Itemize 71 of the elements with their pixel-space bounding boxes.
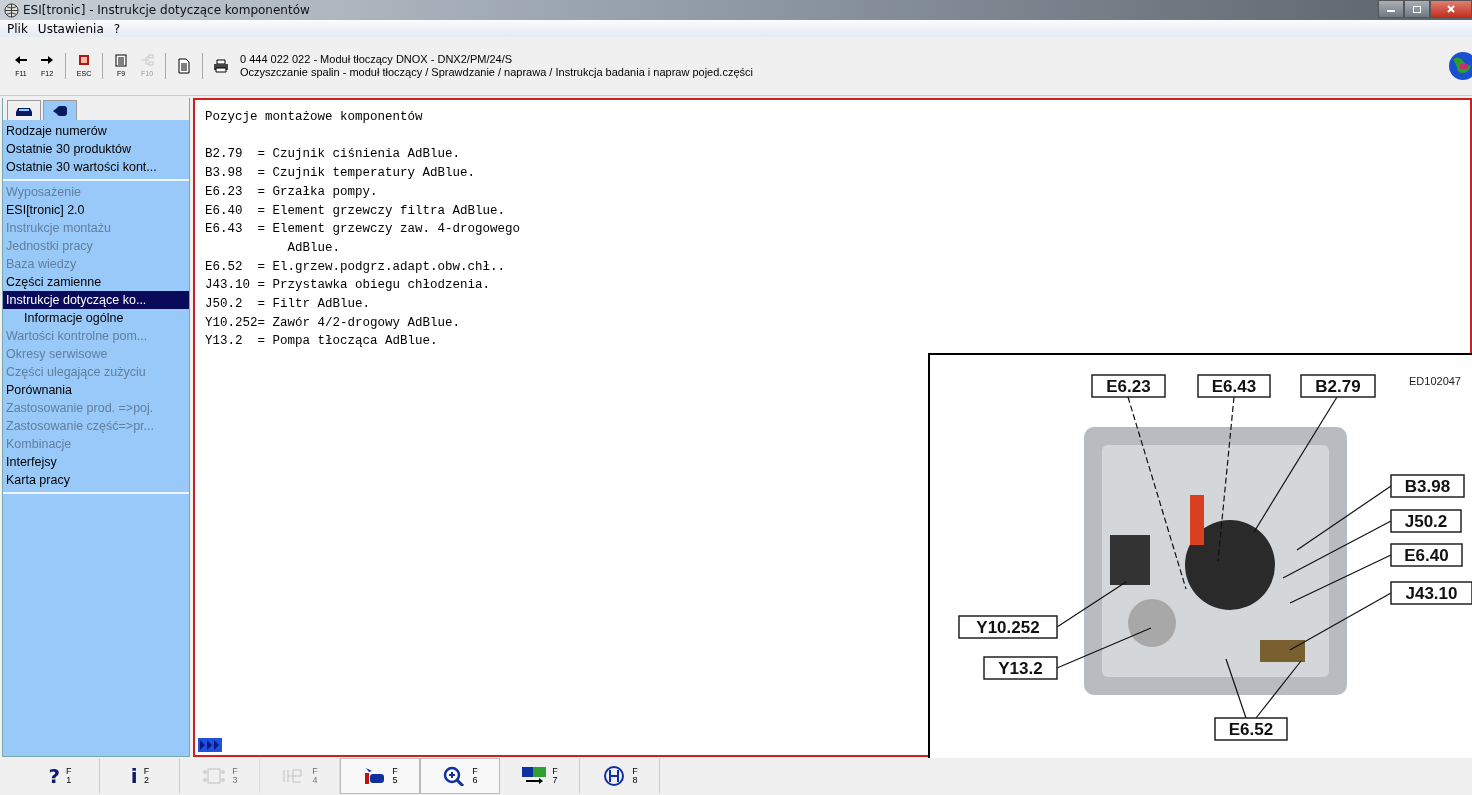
vehicle-part-icon (362, 766, 387, 786)
figure-code: ED102047 (1409, 375, 1461, 387)
sidebar-tab[interactable] (43, 100, 77, 120)
component-description: = Element grzewczy zaw. 4-drogowego AdBlue. (257, 221, 522, 257)
breadcrumb-text: Oczyszczanie spalin - moduł tłoczący / Sprawdzanie / naprawa / Instrukcja badania i napraw pojed.części (240, 66, 753, 79)
component-code: E6.23 (205, 183, 244, 201)
sidebar-item[interactable]: Ostatnie 30 produktów (3, 140, 189, 158)
callout-label: E6.43 (1197, 374, 1271, 398)
component-description: = Czujnik ciśnienia AdBlue. (257, 146, 462, 164)
function-key[interactable]: F 6 (420, 758, 500, 794)
component-code: J50.2 (205, 296, 244, 313)
component-code: E6.43 (205, 221, 244, 239)
schematic-icon (202, 766, 227, 786)
component-code: J43.10 (205, 277, 251, 295)
magnifier-icon (442, 766, 467, 786)
component-code: Y10.252 (205, 314, 258, 332)
maximize-icon (1412, 4, 1422, 14)
printer-icon (213, 58, 229, 74)
globe-icon[interactable] (1448, 51, 1472, 81)
list-icon (113, 54, 129, 70)
sidebar-item[interactable]: ESI[tronic] 2.0 (3, 201, 189, 219)
window-title: ESI[tronic] - Instrukcje dotyczące komponentów (23, 3, 310, 17)
document-icon (176, 58, 192, 74)
function-key[interactable]: F 5 (340, 758, 420, 794)
callout-label: E6.52 (1214, 717, 1288, 741)
callout-label: B2.79 (1300, 374, 1376, 398)
sidebar-item[interactable]: Części zamienne (3, 273, 189, 291)
component-description: = Zawór 4/2-drogowy AdBlue. (257, 314, 462, 332)
callout-label: Y13.2 (983, 656, 1058, 680)
close-icon (1446, 4, 1456, 14)
component-description: = Grzałka pompy. (257, 183, 379, 201)
leader-line (1255, 660, 1302, 719)
component-code: B2.79 (205, 146, 244, 164)
sidebar-item[interactable]: Ostatnie 30 wartości kont... (3, 158, 189, 176)
sidebar-item[interactable]: Interfejsy (3, 453, 189, 471)
breadcrumb-text: 0 444 022 022 - Moduł tłoczący DNOX - DNX2/PM/24/S (240, 53, 514, 66)
minimize-button[interactable] (1378, 0, 1404, 18)
callout-label: E6.23 (1091, 374, 1166, 398)
callout-label: B3.98 (1390, 474, 1465, 498)
component-description: = Pompa tłocząca AdBlue. (257, 333, 439, 351)
component-code: E6.40 (205, 202, 244, 220)
function-key[interactable]: F 8 (580, 758, 660, 794)
sidebar-item[interactable]: Porównania (3, 381, 189, 399)
menu-item[interactable]: Plik (2, 21, 33, 36)
callout-label: J50.2 (1390, 509, 1462, 533)
callout-label: J43.10 (1390, 581, 1472, 605)
transfer-icon (522, 766, 547, 786)
sidebar-item[interactable]: Rodzaje numerów (3, 122, 189, 140)
callout-label: E6.40 (1390, 543, 1463, 567)
sidebar-item[interactable]: Informacje ogólne (3, 309, 189, 327)
function-key[interactable]: F 7 (500, 758, 580, 794)
maximize-button[interactable] (1404, 0, 1430, 18)
leader-line (1225, 658, 1247, 719)
sidebar-item[interactable]: Karta pracy (3, 471, 189, 489)
callout-label: Y10.252 (958, 615, 1058, 639)
component-description: = El.grzew.podgrz.adapt.obw.chł.. (257, 258, 507, 276)
component-description: = Przystawka obiegu chłodzenia. (257, 277, 492, 295)
component-code: B3.98 (205, 165, 244, 183)
logo-icon (602, 766, 627, 786)
menu-item[interactable]: Ustawienia (32, 21, 109, 36)
close-button[interactable] (1430, 0, 1472, 18)
component-description: = Czujnik temperatury AdBlue. (257, 165, 477, 183)
component-code: E6.52 (205, 258, 244, 276)
menu-item[interactable]: ? (108, 21, 126, 36)
component-code: Y13.2 (205, 333, 244, 351)
sidebar-item[interactable]: Instrukcje dotyczące ko... (3, 291, 189, 309)
component-description: = Filtr AdBlue. (257, 296, 372, 313)
component-description: = Element grzewczy filtra AdBlue. (257, 202, 507, 220)
globe-icon (4, 2, 19, 18)
sidebar-tab[interactable] (7, 100, 41, 120)
document-heading: Pozycje montażowe komponentów (205, 109, 424, 126)
